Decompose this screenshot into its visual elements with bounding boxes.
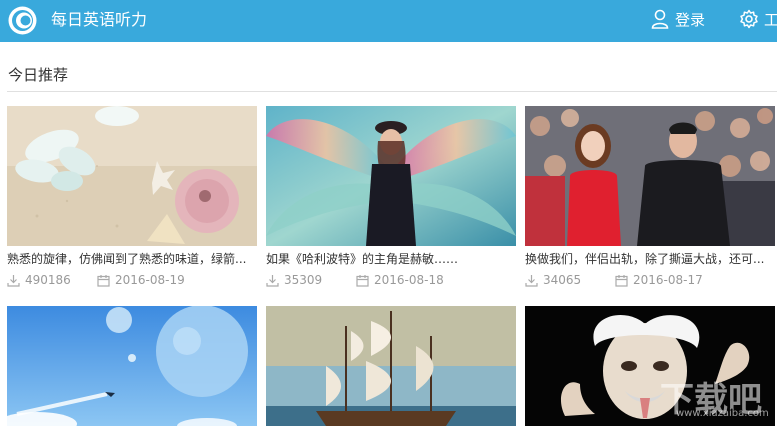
article-thumbnail[interactable]: [525, 106, 775, 246]
app-title: 每日英语听力: [51, 10, 148, 29]
section-divider: [7, 91, 777, 92]
app-logo-icon[interactable]: [7, 5, 38, 36]
publish-date: 2016-08-19: [115, 273, 185, 287]
tools-label: 工: [764, 10, 777, 29]
article-meta: 34065 2016-08-17: [525, 272, 775, 288]
article-thumbnail[interactable]: [7, 106, 257, 246]
article-meta: 35309 2016-08-18: [266, 272, 516, 288]
login-label: 登录: [675, 10, 706, 29]
article-thumbnail[interactable]: [7, 306, 257, 426]
user-icon: [651, 9, 669, 29]
article-card[interactable]: 换做我们，伴侣出轨，除了撕逼大战，还可... 34065 2016-08-17: [525, 106, 775, 288]
calendar-icon: [97, 274, 110, 287]
article-caption[interactable]: 换做我们，伴侣出轨，除了撕逼大战，还可...: [525, 251, 775, 267]
download-icon: [525, 274, 538, 287]
download-icon: [7, 274, 20, 287]
top-bar: 每日英语听力 登录 工: [0, 0, 777, 42]
login-button[interactable]: 登录: [651, 8, 705, 30]
download-count: 34065: [543, 273, 582, 287]
calendar-icon: [615, 274, 628, 287]
section-title: 今日推荐: [8, 66, 69, 84]
watermark-url: www.xiazaiba.com: [676, 408, 769, 419]
article-card[interactable]: 如果《哈利波特》的主角是赫敏…… 35309 2016-08-18: [266, 106, 516, 288]
article-card[interactable]: 熟悉的旋律，仿佛闻到了熟悉的味道，绿箭... 490186 2016-08-19: [7, 106, 257, 288]
article-caption[interactable]: 熟悉的旋律，仿佛闻到了熟悉的味道，绿箭...: [7, 251, 257, 267]
article-thumbnail[interactable]: [266, 306, 516, 426]
article-thumbnail[interactable]: [266, 106, 516, 246]
article-caption[interactable]: 如果《哈利波特》的主角是赫敏……: [266, 251, 516, 267]
calendar-icon: [356, 274, 369, 287]
download-icon: [266, 274, 279, 287]
download-count: 35309: [284, 273, 323, 287]
gear-icon: [740, 9, 758, 29]
publish-date: 2016-08-18: [374, 273, 444, 287]
publish-date: 2016-08-17: [633, 273, 703, 287]
tools-button[interactable]: 工: [739, 8, 777, 30]
article-meta: 490186 2016-08-19: [7, 272, 257, 288]
download-count: 490186: [25, 273, 71, 287]
